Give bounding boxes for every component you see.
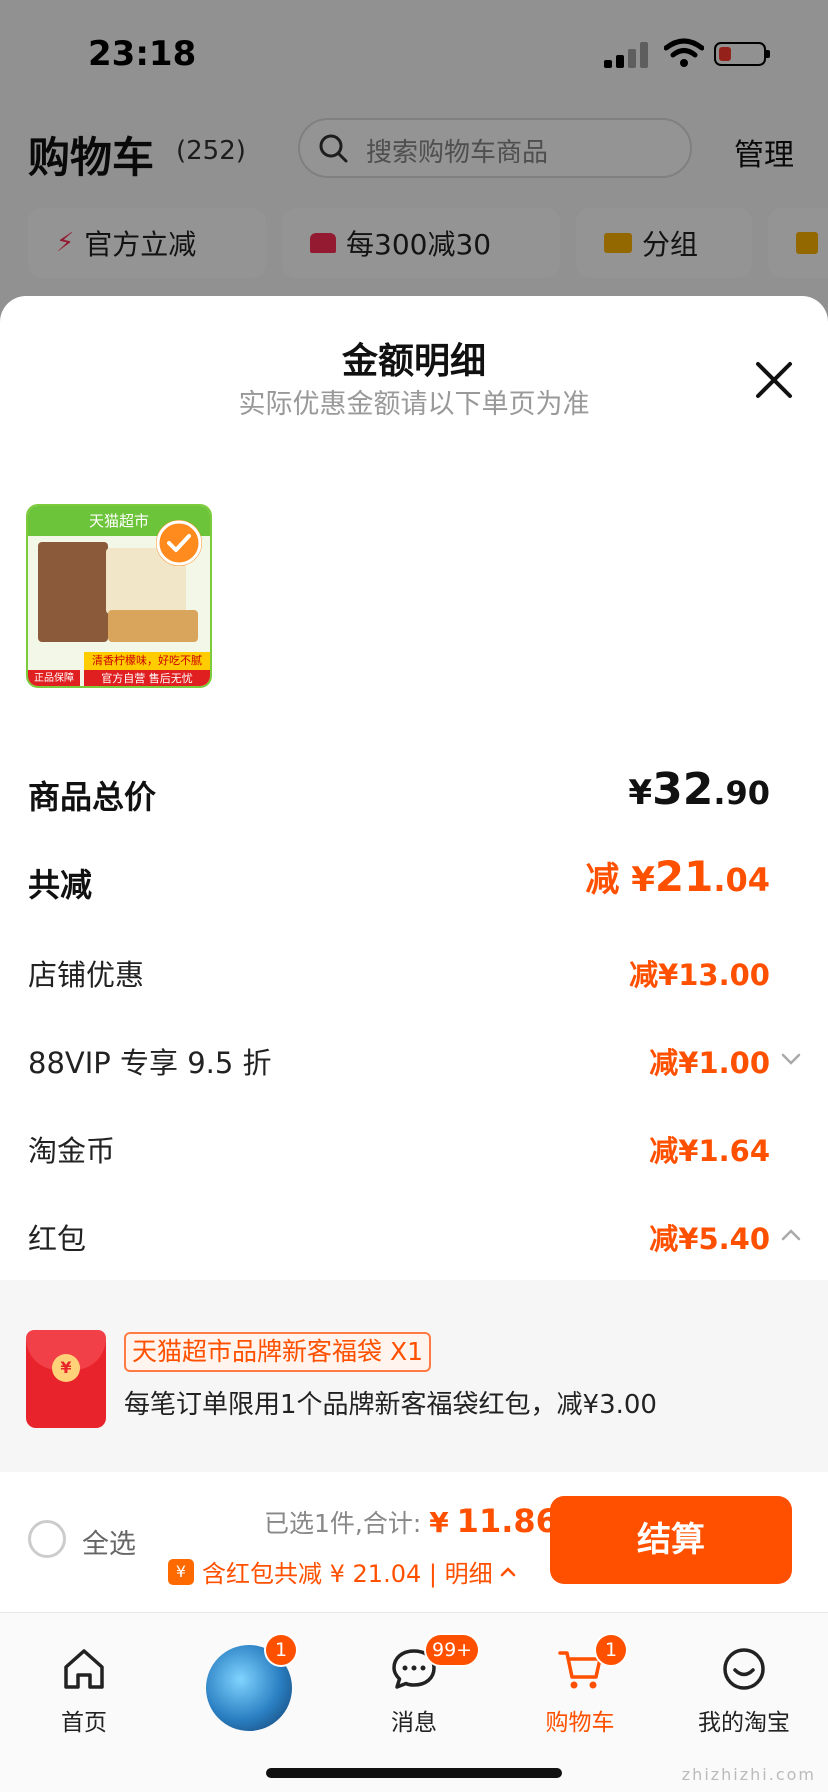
select-all-checkbox[interactable] bbox=[28, 1520, 66, 1558]
tab-label: 消息 bbox=[391, 1710, 437, 1736]
tab-mine[interactable]: 我的淘宝 bbox=[682, 1613, 802, 1743]
product-wafer-image bbox=[108, 610, 198, 642]
total-reduction-value: 减 ¥21.04 bbox=[585, 852, 770, 901]
vip-discount-value: 减¥1.00 bbox=[649, 1046, 770, 1080]
total-reduction-label: 共减 bbox=[28, 866, 93, 904]
tab-cart[interactable]: 购物车 bbox=[518, 1613, 638, 1743]
product-box-image bbox=[38, 542, 108, 642]
total-price-label: 商品总价 bbox=[28, 778, 157, 816]
redpack-coupon: ¥ 天猫超市品牌新客福袋 X1 每笔订单限用1个品牌新客福袋红包，减¥3.00 bbox=[0, 1280, 828, 1472]
amount-detail-sheet: 金额明细 实际优惠金额请以下单页为准 天猫超市 清香柠檬味，好吃不腻 官方自营 … bbox=[0, 296, 828, 1792]
tab-label: 我的淘宝 bbox=[698, 1710, 790, 1736]
sheet-title: 金额明细 bbox=[341, 341, 486, 382]
order-summary: 已选1件,合计: ¥ 11.86 bbox=[264, 1502, 558, 1540]
home-indicator[interactable] bbox=[266, 1768, 562, 1778]
redpack-icon: ¥ bbox=[26, 1330, 106, 1428]
tab-label: 购物车 bbox=[545, 1710, 615, 1736]
tab-home[interactable]: 首页 bbox=[22, 1613, 142, 1743]
cart-badge: 1 bbox=[594, 1633, 628, 1667]
check-icon bbox=[156, 520, 202, 566]
row-total-reduction: 共减 减 ¥21.04 bbox=[0, 852, 828, 912]
close-icon[interactable] bbox=[752, 358, 796, 402]
discount-detail-link[interactable]: ¥ 含红包共减 ¥ 21.04 | 明细 bbox=[168, 1554, 517, 1589]
row-coin-discount: 淘金币 减¥1.64 bbox=[0, 1118, 828, 1178]
total-amount: 11.86 bbox=[456, 1502, 558, 1540]
vip-discount-label: 88VIP 专享 9.5 折 bbox=[28, 1046, 272, 1080]
messages-badge: 99+ bbox=[424, 1633, 481, 1667]
select-all-label[interactable]: 全选 bbox=[82, 1522, 136, 1561]
product-thumbnail[interactable]: 天猫超市 清香柠檬味，好吃不腻 官方自营 售后无忧 正品保障 bbox=[26, 504, 212, 688]
discount-detail-text: 含红包共减 ¥ 21.04 | 明细 bbox=[202, 1560, 493, 1588]
watermark: zhizhizhi.com bbox=[681, 1765, 816, 1784]
discount-icon: ¥ bbox=[168, 1558, 194, 1585]
avatar-badge: 1 bbox=[264, 1633, 298, 1667]
sheet-subtitle: 实际优惠金额请以下单页为准 bbox=[238, 389, 590, 420]
shop-discount-value: 减¥13.00 bbox=[629, 958, 770, 992]
genuine-tag: 正品保障 bbox=[28, 670, 80, 686]
chevron-up-icon[interactable] bbox=[780, 1224, 802, 1246]
redpack-discount-label: 红包 bbox=[28, 1222, 87, 1256]
checkout-bar: 全选 已选1件,合计: ¥ 11.86 ¥ 含红包共减 ¥ 21.04 | 明细… bbox=[0, 1472, 828, 1612]
home-icon bbox=[64, 1649, 104, 1689]
coupon-description: 每笔订单限用1个品牌新客福袋红包，减¥3.00 bbox=[124, 1390, 657, 1420]
coin-discount-label: 淘金币 bbox=[28, 1134, 116, 1168]
redpack-discount-value: 减¥5.40 bbox=[649, 1222, 770, 1256]
checkout-button[interactable]: 结算 bbox=[550, 1496, 792, 1584]
row-vip-discount[interactable]: 88VIP 专享 9.5 折 减¥1.00 bbox=[0, 1030, 828, 1090]
tab-label: 首页 bbox=[61, 1710, 107, 1736]
coupon-tag: 天猫超市品牌新客福袋 X1 bbox=[124, 1332, 431, 1372]
selected-count: 已选1件,合计: bbox=[264, 1509, 422, 1538]
total-price-value: ¥32.90 bbox=[628, 764, 770, 815]
shop-discount-label: 店铺优惠 bbox=[28, 958, 145, 992]
profile-icon bbox=[723, 1648, 765, 1690]
chevron-down-icon[interactable] bbox=[780, 1048, 802, 1070]
chevron-up-icon bbox=[500, 1566, 515, 1576]
row-shop-discount: 店铺优惠 减¥13.00 bbox=[0, 942, 828, 1002]
product-slogan: 清香柠檬味，好吃不腻 bbox=[84, 652, 210, 670]
total-currency: ¥ bbox=[429, 1506, 449, 1539]
row-redpack-discount[interactable]: 红包 减¥5.40 bbox=[0, 1206, 828, 1266]
row-total-price: 商品总价 ¥32.90 bbox=[0, 764, 828, 824]
product-service: 官方自营 售后无忧 bbox=[84, 670, 210, 686]
coin-discount-value: 减¥1.64 bbox=[649, 1134, 770, 1168]
